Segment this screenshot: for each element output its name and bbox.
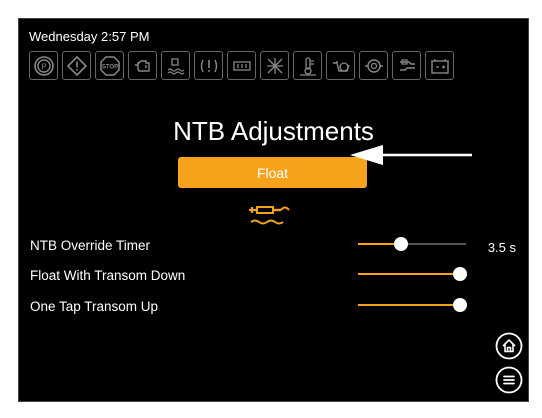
svg-text:STOP: STOP [101,64,117,70]
one-tap-transom-up-label: One Tap Transom Up [30,299,159,314]
svg-text:P: P [41,62,46,71]
trim-icon [392,51,421,80]
stop-icon: STOP [95,51,124,80]
fan-icon [260,51,289,80]
oil-pressure-icon [326,51,355,80]
trim-actuator-icon [249,206,290,225]
slider-fill [358,304,460,306]
home-button[interactable] [495,332,523,360]
alert-icon-1 [194,51,223,80]
ntb-override-timer-label: NTB Override Timer [30,238,151,253]
pump-icon [359,51,388,80]
pointer-arrow-icon [350,145,472,165]
ntb-override-timer-slider[interactable] [358,235,466,253]
slider-fill [358,273,460,275]
float-with-transom-down-slider[interactable] [358,265,467,283]
slider-handle[interactable] [452,267,467,281]
battery-icon [425,51,454,80]
one-tap-transom-up-slider[interactable] [358,296,467,314]
engine-check-icon [128,51,157,80]
status-time: Wednesday 2:57 PM [29,29,150,44]
ntb-override-timer-value: 3.5 s [487,240,516,255]
slider-handle[interactable] [452,298,467,312]
alert-icon-2 [227,51,256,80]
water-in-fuel-icon [161,51,190,80]
float-mode-button[interactable]: Float [178,157,367,188]
parking-brake-icon: P [29,51,58,80]
indicator-bar: P STOP [29,51,454,80]
menu-button[interactable] [495,366,523,394]
slider-handle[interactable] [394,237,409,251]
warning-icon [62,51,91,80]
display-screen: Wednesday 2:57 PM P STOP NTB Adjustments… [18,18,529,402]
float-with-transom-down-label: Float With Transom Down [30,268,186,283]
temperature-icon [293,51,322,80]
